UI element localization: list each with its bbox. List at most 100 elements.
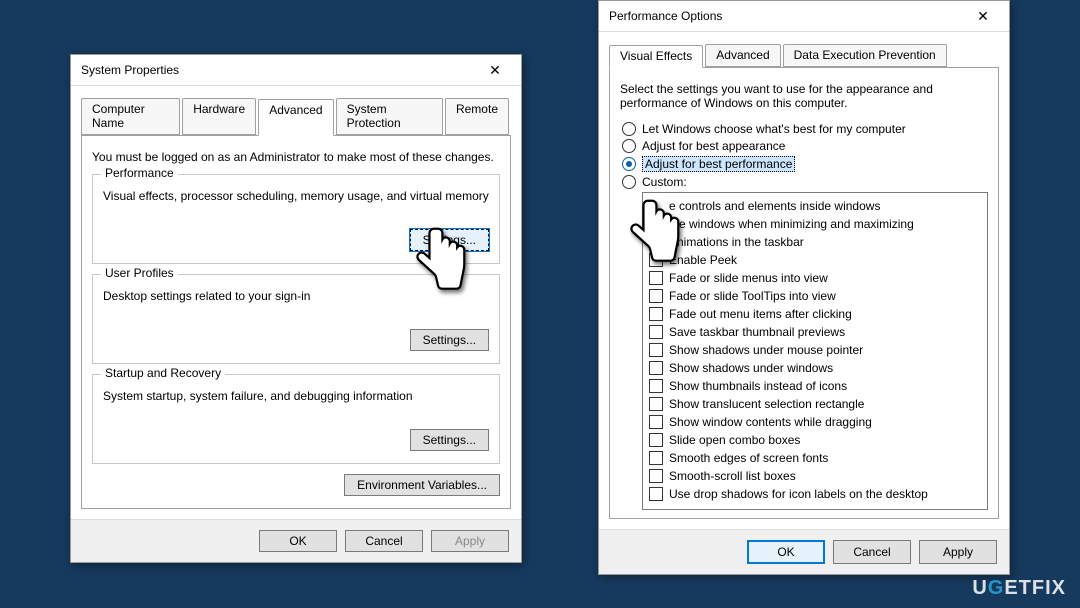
check-option[interactable]: Animations in the taskbar [649,233,981,251]
checkbox-icon [649,451,663,465]
radio-icon [622,157,636,171]
radio-icon [622,122,636,136]
checkbox-icon [649,487,663,501]
group-title-startup: Startup and Recovery [101,366,225,380]
window-title: Performance Options [609,9,722,23]
dialog-buttons: OK Cancel Apply [599,529,1009,574]
radio-label: Custom: [642,175,687,189]
user-profiles-group: User Profiles Desktop settings related t… [92,274,500,364]
apply-button[interactable]: Apply [431,530,509,552]
window-title: System Properties [81,63,179,77]
watermark: UGETFIX [972,577,1066,600]
check-option[interactable]: Fade or slide ToolTips into view [649,287,981,305]
checkbox-icon [649,343,663,357]
ok-button[interactable]: OK [747,540,825,564]
check-option[interactable]: ate windows when minimizing and maximizi… [649,215,981,233]
tab-strip: Visual EffectsAdvancedData Execution Pre… [609,44,999,68]
close-icon[interactable]: ✕ [475,58,515,82]
visual-effects-list[interactable]: e controls and elements inside windows at… [642,192,988,510]
titlebar[interactable]: System Properties ✕ [71,55,521,86]
profiles-desc: Desktop settings related to your sign-in [103,289,489,303]
performance-desc: Visual effects, processor scheduling, me… [103,189,489,203]
tab-advanced[interactable]: Advanced [258,99,333,136]
radio-adjust-for-best-appearance[interactable]: Adjust for best appearance [622,139,988,153]
cancel-button[interactable]: Cancel [345,530,423,552]
checkbox-icon [649,361,663,375]
ok-button[interactable]: OK [259,530,337,552]
cancel-button[interactable]: Cancel [833,540,911,564]
check-option[interactable]: Enable Peek [649,251,981,269]
tab-remote[interactable]: Remote [445,98,509,135]
check-option[interactable]: Slide open combo boxes [649,431,981,449]
environment-variables-button[interactable]: Environment Variables... [344,474,500,496]
admin-instruction: You must be logged on as an Administrato… [92,150,500,164]
system-properties-window: System Properties ✕ Computer NameHardwar… [70,54,522,563]
performance-group: Performance Visual effects, processor sc… [92,174,500,264]
checkbox-icon [649,289,663,303]
close-icon[interactable]: ✕ [963,4,1003,28]
tab-strip: Computer NameHardwareAdvancedSystem Prot… [81,98,511,136]
radio-label: Adjust for best performance [642,156,795,172]
startup-recovery-group: Startup and Recovery System startup, sys… [92,374,500,464]
check-label: Smooth-scroll list boxes [669,469,796,483]
apply-button[interactable]: Apply [919,540,997,564]
visual-effects-instruction: Select the settings you want to use for … [620,82,988,110]
tab-computer-name[interactable]: Computer Name [81,98,180,135]
checkbox-icon [649,433,663,447]
tab-advanced[interactable]: Advanced [705,44,780,67]
tab-visual-effects[interactable]: Visual Effects [609,45,703,68]
check-label: Smooth edges of screen fonts [669,451,828,465]
check-option[interactable]: Smooth-scroll list boxes [649,467,981,485]
check-option[interactable]: Use drop shadows for icon labels on the … [649,485,981,503]
check-label: Show translucent selection rectangle [669,397,864,411]
check-label: Animations in the taskbar [669,235,804,249]
group-title-profiles: User Profiles [101,266,178,280]
startup-desc: System startup, system failure, and debu… [103,389,489,403]
check-label: Use drop shadows for icon labels on the … [669,487,928,501]
check-label: Show shadows under windows [669,361,833,375]
check-label: Slide open combo boxes [669,433,800,447]
radio-icon [622,175,636,189]
check-option[interactable]: Smooth edges of screen fonts [649,449,981,467]
check-option[interactable]: Fade out menu items after clicking [649,305,981,323]
check-label: ate windows when minimizing and maximizi… [669,217,914,231]
radio-icon [622,139,636,153]
checkbox-icon [649,415,663,429]
checkbox-icon [649,379,663,393]
radio-adjust-for-best-performance[interactable]: Adjust for best performance [622,156,988,172]
checkbox-icon [649,397,663,411]
check-label: Fade or slide menus into view [669,271,828,285]
check-option[interactable]: Show translucent selection rectangle [649,395,981,413]
check-option[interactable]: Save taskbar thumbnail previews [649,323,981,341]
radio-let-windows-choose-what-s-best-for-my-computer[interactable]: Let Windows choose what's best for my co… [622,122,988,136]
group-title-performance: Performance [101,166,178,180]
tab-data-execution-prevention[interactable]: Data Execution Prevention [783,44,947,67]
checkbox-icon [649,271,663,285]
check-option[interactable]: Show thumbnails instead of icons [649,377,981,395]
check-label: Enable Peek [669,253,737,267]
check-option[interactable]: Show shadows under mouse pointer [649,341,981,359]
check-label: Fade out menu items after clicking [669,307,852,321]
performance-settings-button[interactable]: Settings... [410,229,489,251]
titlebar[interactable]: Performance Options ✕ [599,1,1009,32]
tab-hardware[interactable]: Hardware [182,98,256,135]
check-label: e controls and elements inside windows [669,199,880,213]
checkbox-icon [649,469,663,483]
startup-settings-button[interactable]: Settings... [410,429,489,451]
check-option[interactable]: Show window contents while dragging [649,413,981,431]
dialog-buttons: OK Cancel Apply [71,519,521,562]
check-label: Fade or slide ToolTips into view [669,289,836,303]
check-label: Show thumbnails instead of icons [669,379,847,393]
check-option[interactable]: e controls and elements inside windows [649,197,981,215]
radio-label: Let Windows choose what's best for my co… [642,122,906,136]
check-label: Show window contents while dragging [669,415,872,429]
radio-custom[interactable]: Custom: [622,175,988,189]
profiles-settings-button[interactable]: Settings... [410,329,489,351]
checkbox-icon [649,235,663,249]
check-option[interactable]: Fade or slide menus into view [649,269,981,287]
radio-group: Let Windows choose what's best for my co… [620,122,988,189]
checkbox-icon [649,307,663,321]
tab-system-protection[interactable]: System Protection [336,98,443,135]
check-label: Show shadows under mouse pointer [669,343,863,357]
check-option[interactable]: Show shadows under windows [649,359,981,377]
